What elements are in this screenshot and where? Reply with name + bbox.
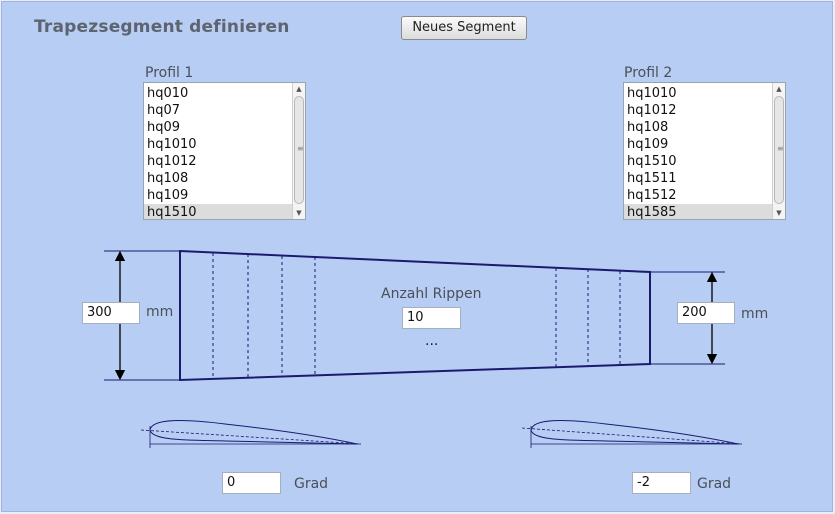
left-chord-unit: mm [146,304,174,320]
rib-lines-left [212,253,316,379]
left-angle-unit: Grad [294,476,329,492]
left-chord-input[interactable]: 300 [82,302,140,324]
ribs-count-input[interactable]: 10 [402,307,461,329]
rib-lines-right [555,268,621,367]
ribs-ellipsis: ... [425,333,439,349]
right-chord-unit: mm [741,306,769,322]
right-angle-unit: Grad [697,476,732,492]
segment-drawing [104,249,743,448]
left-angle-input[interactable]: 0 [222,472,281,494]
airfoil-left-icon [140,419,362,448]
right-angle-input[interactable]: -2 [632,472,691,494]
right-chord-input[interactable]: 200 [677,302,735,324]
airfoil-right-icon [521,419,743,448]
ribs-label: Anzahl Rippen [381,286,482,302]
